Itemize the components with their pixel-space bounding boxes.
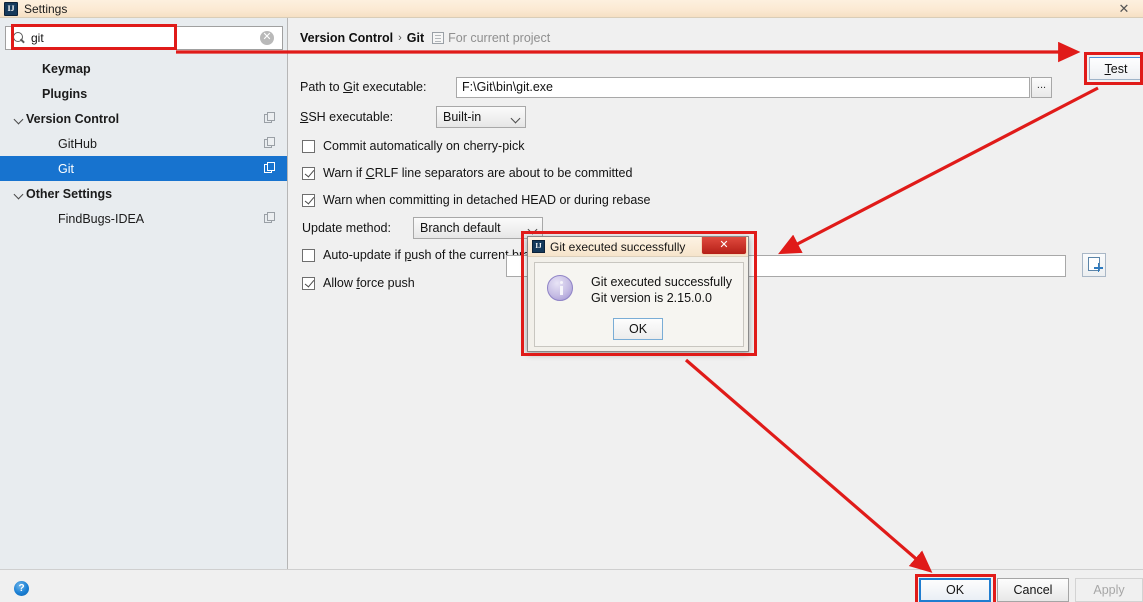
sidebar-item-label: Plugins — [42, 86, 88, 101]
dialog-ok-button[interactable]: OK — [613, 318, 663, 340]
sidebar-item-label: Other Settings — [26, 186, 113, 201]
checkbox-label: Warn when committing in detached HEAD or… — [323, 193, 651, 207]
chevron-down-icon — [509, 107, 525, 127]
sidebar-item-label: Git — [58, 161, 74, 176]
checkbox-box[interactable] — [302, 248, 315, 262]
dialog-message-line2: Git version is 2.15.0.0 — [591, 291, 712, 305]
update-method-value: Branch default — [420, 221, 501, 235]
checkbox-allow-force-push[interactable]: Allow force push — [302, 276, 415, 290]
search-field[interactable]: ✕ — [5, 26, 283, 50]
project-scope-icon — [432, 32, 445, 44]
sidebar-item-other-settings[interactable]: Other Settings — [0, 181, 287, 206]
browse-button[interactable]: ... — [1031, 77, 1052, 98]
checkbox-label: Allow force push — [323, 276, 415, 290]
dialog-message-line1: Git executed successfully — [591, 275, 733, 289]
close-icon[interactable]: ✕ — [1109, 0, 1139, 17]
sidebar-item-version-control[interactable]: Version Control — [0, 106, 287, 131]
checkbox-box[interactable] — [302, 139, 315, 153]
settings-sidebar: ✕ Keymap Plugins Version Control GitHub Git O… — [0, 18, 288, 569]
sidebar-item-label: Keymap — [42, 61, 91, 76]
search-icon — [11, 30, 27, 46]
copy-settings-icon[interactable] — [264, 212, 277, 225]
update-method-select[interactable]: Branch default — [413, 217, 543, 239]
cancel-button[interactable]: Cancel — [997, 578, 1069, 602]
path-to-git-row: Path to Git executable: — [300, 80, 427, 94]
checkbox-label: Warn if CRLF line separators are about t… — [323, 166, 633, 180]
checkbox-warn-crlf[interactable]: Warn if CRLF line separators are about t… — [302, 166, 632, 180]
path-to-git-label: Path to Git executable: — [300, 80, 427, 94]
copy-settings-icon[interactable] — [264, 137, 277, 150]
breadcrumb-separator: › — [398, 32, 402, 44]
window-title: Settings — [24, 1, 68, 16]
ssh-executable-label: SSH executable: — [300, 110, 394, 124]
checkbox-commit-on-cherry-pick[interactable]: Commit automatically on cherry-pick — [302, 139, 524, 153]
checkbox-box[interactable] — [302, 166, 315, 180]
settings-tree: Keymap Plugins Version Control GitHub Git Oth… — [0, 56, 287, 231]
ssh-executable-row: SSH executable: — [300, 110, 393, 124]
copy-settings-icon[interactable] — [264, 162, 277, 175]
test-button-label: Test — [1104, 61, 1128, 76]
add-path-icon[interactable] — [1082, 253, 1106, 277]
dialog-message: Git executed successfully Git version is… — [591, 274, 732, 306]
ok-button[interactable]: OK — [919, 578, 991, 602]
path-to-git-input[interactable]: F:\Git\bin\git.exe — [456, 77, 1030, 98]
sidebar-item-label: GitHub — [58, 136, 97, 151]
sidebar-item-git[interactable]: Git — [0, 156, 287, 181]
chevron-down-icon[interactable] — [12, 112, 26, 126]
intellij-idea-icon: IJ — [4, 1, 18, 16]
sidebar-item-label: Version Control — [26, 111, 120, 126]
dialog-close-icon[interactable]: ✕ — [701, 237, 747, 255]
checkbox-box[interactable] — [302, 193, 315, 207]
dialog-title: Git executed successfully — [550, 239, 686, 254]
sidebar-item-findbugs-idea[interactable]: FindBugs-IDEA — [0, 206, 287, 231]
git-executed-dialog: IJ Git executed successfully ✕ Git execu… — [527, 236, 749, 352]
breadcrumb-scope-text: For current project — [448, 31, 551, 45]
sidebar-item-keymap[interactable]: Keymap — [0, 56, 287, 81]
ssh-executable-value: Built-in — [443, 110, 482, 124]
sidebar-item-github[interactable]: GitHub — [0, 131, 287, 156]
window-titlebar: IJ Settings ✕ — [0, 0, 1143, 18]
info-icon — [547, 275, 573, 301]
breadcrumb-root[interactable]: Version Control — [300, 31, 393, 45]
sidebar-item-plugins[interactable]: Plugins — [0, 81, 287, 106]
checkbox-label: Commit automatically on cherry-pick — [323, 139, 525, 153]
clear-search-icon[interactable]: ✕ — [260, 31, 274, 45]
dialog-titlebar: IJ Git executed successfully ✕ — [528, 237, 748, 257]
checkbox-warn-detached-head[interactable]: Warn when committing in detached HEAD or… — [302, 193, 650, 207]
settings-window: IJ Settings ✕ ✕ Keymap Plugins Version Con… — [0, 0, 1143, 602]
help-icon[interactable]: ? — [14, 581, 29, 596]
update-method-label: Update method: — [302, 221, 391, 235]
chevron-down-icon[interactable] — [12, 187, 26, 201]
dialog-body: Git executed successfully Git version is… — [534, 262, 744, 347]
sidebar-item-label: FindBugs-IDEA — [58, 211, 145, 226]
update-method-row: Update method: — [302, 221, 391, 235]
apply-button: Apply — [1075, 578, 1143, 602]
breadcrumb-current: Git — [406, 31, 425, 45]
intellij-idea-icon: IJ — [532, 240, 545, 253]
test-button[interactable]: Test — [1089, 57, 1143, 80]
copy-settings-icon[interactable] — [264, 112, 277, 125]
checkbox-box[interactable] — [302, 276, 315, 290]
search-input[interactable] — [31, 31, 260, 45]
breadcrumb: Version Control › Git For current projec… — [300, 31, 550, 45]
ssh-executable-select[interactable]: Built-in — [436, 106, 526, 128]
chevron-down-icon — [526, 218, 542, 238]
